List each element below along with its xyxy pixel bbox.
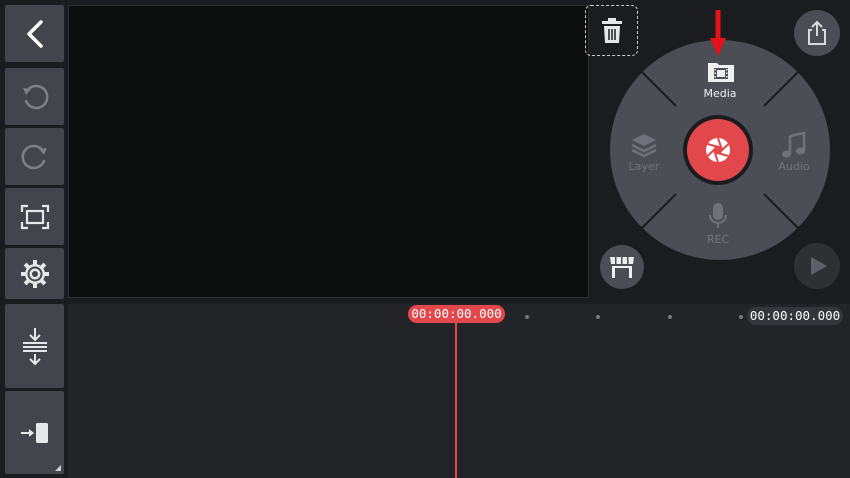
layers-icon xyxy=(631,134,657,158)
layer-button[interactable]: Layer xyxy=(614,130,674,180)
playhead-line[interactable] xyxy=(455,320,457,478)
media-label: Media xyxy=(703,87,737,100)
play-icon xyxy=(811,257,827,275)
play-button[interactable] xyxy=(794,243,840,289)
timeline-marker xyxy=(668,315,672,319)
microphone-icon xyxy=(709,203,727,228)
video-preview xyxy=(68,5,589,298)
undo-button[interactable] xyxy=(5,68,64,125)
resize-corner-icon xyxy=(55,465,61,471)
capture-button[interactable] xyxy=(683,115,753,185)
redo-icon xyxy=(21,144,47,169)
crop-frame-icon xyxy=(20,204,49,229)
annotation-arrow xyxy=(710,10,726,56)
jump-to-end-button[interactable] xyxy=(5,391,64,474)
audio-label: Audio xyxy=(778,160,810,173)
camera-aperture-icon xyxy=(706,137,730,163)
store-icon xyxy=(610,257,634,278)
redo-button[interactable] xyxy=(5,128,64,185)
rec-label: REC xyxy=(706,233,730,246)
media-button[interactable]: Media xyxy=(690,55,750,105)
settings-button[interactable] xyxy=(5,248,64,299)
gear-icon xyxy=(20,259,49,288)
timeline-marker xyxy=(739,315,743,319)
playhead-timecode: 00:00:00.000 xyxy=(408,305,505,323)
total-duration-timecode: 00:00:00.000 xyxy=(747,307,843,325)
timeline-marker xyxy=(525,315,529,319)
timeline[interactable] xyxy=(68,304,850,478)
film-folder-icon xyxy=(708,63,734,82)
layer-label: Layer xyxy=(628,160,660,173)
rec-button[interactable]: REC xyxy=(688,200,748,250)
back-button[interactable] xyxy=(5,5,64,62)
audio-button[interactable]: Audio xyxy=(764,130,824,180)
chevron-left-icon xyxy=(26,19,43,48)
timeline-marker xyxy=(596,315,600,319)
expand-timeline-button[interactable] xyxy=(5,304,64,388)
store-button[interactable] xyxy=(597,242,647,292)
arrow-to-clip-icon xyxy=(20,422,48,443)
music-note-icon xyxy=(782,132,806,158)
expand-vertical-icon xyxy=(22,328,47,366)
fit-screen-button[interactable] xyxy=(5,188,64,245)
undo-icon xyxy=(22,84,48,109)
